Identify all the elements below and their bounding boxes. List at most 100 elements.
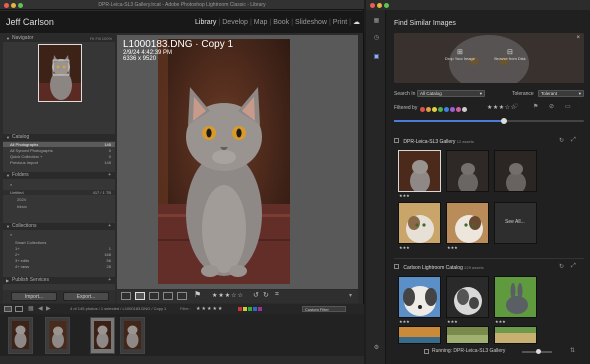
result-thumbnail[interactable] bbox=[494, 276, 537, 318]
filmstrip-thumbnail[interactable] bbox=[45, 317, 70, 354]
compare-view-icon[interactable] bbox=[149, 292, 159, 300]
color-filter-dot[interactable] bbox=[444, 107, 449, 112]
grid-icon[interactable]: ▦ bbox=[28, 304, 34, 314]
color-filter-dot[interactable] bbox=[462, 107, 467, 112]
zoom-window-button[interactable] bbox=[384, 3, 389, 8]
rotate-left-icon[interactable]: ↺ bbox=[253, 291, 259, 299]
crop-overlay-icon[interactable]: ⌗ bbox=[275, 291, 279, 299]
collection-item[interactable]: 4+ raws 28 bbox=[3, 264, 115, 269]
expand-icon[interactable]: ⤢ bbox=[571, 263, 576, 270]
result-thumbnail[interactable] bbox=[398, 202, 441, 244]
refresh-icon[interactable]: ↻ bbox=[559, 263, 564, 270]
history-icon[interactable]: ◷ bbox=[373, 35, 380, 42]
see-all-tile[interactable]: See All... bbox=[494, 202, 537, 244]
custom-filter-select[interactable]: Custom Filter bbox=[302, 306, 346, 312]
people-view-icon[interactable] bbox=[177, 292, 187, 300]
import-button[interactable]: Import... bbox=[11, 292, 57, 301]
drop-your-image-label[interactable]: Drop Your Image bbox=[440, 56, 480, 61]
filmstrip-thumbnail-selected[interactable] bbox=[90, 317, 115, 354]
module-slideshow[interactable]: Slideshow bbox=[295, 19, 327, 26]
navigator-header[interactable]: ▼ Navigator Fit Fill 100% bbox=[3, 35, 115, 42]
minimize-window-button[interactable] bbox=[11, 3, 16, 8]
browse-from-disk-label[interactable]: Browse from Disk bbox=[490, 56, 530, 61]
yellow-label-icon[interactable] bbox=[243, 307, 247, 311]
result-thumbnail[interactable] bbox=[398, 326, 441, 344]
toolbar-menu-icon[interactable]: ▾ bbox=[349, 292, 352, 299]
export-button[interactable]: Export... bbox=[63, 292, 109, 301]
catalog-item[interactable]: Quick Collection + 0 bbox=[3, 154, 115, 159]
module-map[interactable]: Map bbox=[254, 19, 268, 26]
star-rating[interactable]: ★★★☆☆ bbox=[212, 292, 244, 299]
publish-services-header[interactable]: ▶ Publish Services + bbox=[3, 277, 115, 284]
green-label-icon[interactable] bbox=[248, 307, 252, 311]
catalog-item[interactable]: All Photographs 145 bbox=[3, 142, 115, 147]
filmstrip-thumbnail[interactable] bbox=[120, 317, 145, 354]
navigator-preview[interactable] bbox=[38, 44, 82, 102]
main-window-icon[interactable] bbox=[4, 306, 12, 312]
red-label-icon[interactable] bbox=[238, 307, 242, 311]
zoom-slider[interactable] bbox=[522, 349, 552, 354]
forward-arrow-icon[interactable]: ▶ bbox=[46, 304, 51, 314]
catalog-item[interactable]: All Synced Photographs 0 bbox=[3, 148, 115, 153]
result-thumbnail[interactable] bbox=[446, 150, 489, 192]
refresh-icon[interactable]: ↻ bbox=[559, 137, 564, 144]
minimize-window-button[interactable] bbox=[377, 3, 382, 8]
similarity-slider-thumb[interactable] bbox=[501, 118, 507, 124]
filmstrip-thumbnail[interactable] bbox=[8, 317, 33, 354]
survey-view-icon[interactable] bbox=[163, 292, 173, 300]
folder-item[interactable]: 2024 bbox=[3, 197, 115, 202]
module-library[interactable]: Library bbox=[195, 19, 216, 26]
module-print[interactable]: Print bbox=[333, 19, 347, 26]
loupe-view-icon[interactable] bbox=[135, 292, 145, 300]
result-thumbnail[interactable] bbox=[398, 276, 441, 318]
collection-item[interactable]: 3+ edits 56 bbox=[3, 258, 115, 263]
module-book[interactable]: Book bbox=[273, 19, 289, 26]
expand-icon[interactable]: ⤢ bbox=[571, 137, 576, 144]
color-filter-dot[interactable] bbox=[420, 107, 425, 112]
back-arrow-icon[interactable]: ◀ bbox=[38, 304, 43, 314]
module-develop[interactable]: Develop bbox=[222, 19, 248, 26]
color-filter-dots[interactable] bbox=[420, 105, 468, 112]
gallery-checkbox[interactable] bbox=[394, 264, 399, 269]
drop-zone[interactable]: × ⊞ ⊟ Drop Your Image Browse from Disk bbox=[394, 33, 584, 83]
rotate-right-icon[interactable]: ↻ bbox=[263, 291, 269, 299]
result-thumbnail[interactable] bbox=[494, 150, 537, 192]
tolerance-select[interactable]: Tolerant ▾ bbox=[538, 90, 584, 97]
color-label-filter[interactable] bbox=[238, 307, 262, 311]
search-in-select[interactable]: All Catalog ▾ bbox=[417, 90, 485, 97]
zoom-slider-thumb[interactable] bbox=[536, 349, 541, 354]
add-publish-service-icon[interactable]: + bbox=[108, 277, 111, 284]
cloud-icon[interactable]: ☁ bbox=[353, 18, 360, 26]
collections-filter[interactable]: ⌕ bbox=[3, 232, 115, 238]
filter-stars[interactable]: ★★★★★ bbox=[196, 304, 223, 314]
collection-item[interactable]: 1+ 1 bbox=[3, 246, 115, 251]
collections-header[interactable]: ▼ Collections + bbox=[3, 223, 115, 230]
collection-item[interactable]: 2+ 168 bbox=[3, 252, 115, 257]
close-window-button[interactable] bbox=[4, 3, 9, 8]
sort-icon[interactable]: ⇅ bbox=[570, 347, 575, 354]
navigator-zoom-options[interactable]: Fit Fill 100% bbox=[90, 35, 112, 42]
main-photo[interactable] bbox=[158, 39, 290, 284]
color-filter-dot[interactable] bbox=[438, 107, 443, 112]
flag-filter-icon[interactable]: ⚑ bbox=[533, 103, 538, 110]
loupe-view[interactable]: L1000183.DNG · Copy 1 2/9/24 4:42:39 PM … bbox=[117, 35, 358, 289]
collection-item[interactable]: Smart Collections bbox=[3, 240, 115, 245]
blue-label-icon[interactable] bbox=[253, 307, 257, 311]
close-icon[interactable]: × bbox=[576, 35, 580, 41]
settings-gear-icon[interactable]: ⚙ bbox=[373, 345, 380, 352]
result-thumbnail[interactable] bbox=[398, 150, 441, 192]
result-thumbnail[interactable] bbox=[446, 202, 489, 244]
close-window-button[interactable] bbox=[370, 3, 375, 8]
result-thumbnail[interactable] bbox=[494, 326, 537, 344]
add-folder-icon[interactable]: + bbox=[108, 172, 111, 179]
color-filter-dot[interactable] bbox=[432, 107, 437, 112]
color-filter-dot[interactable] bbox=[456, 107, 461, 112]
folders-filter[interactable]: ⌕ bbox=[3, 182, 115, 188]
result-thumbnail[interactable] bbox=[446, 276, 489, 318]
similarity-slider-track[interactable] bbox=[394, 118, 584, 124]
volume-row[interactable]: Untitled 417 / 1 TB bbox=[3, 190, 115, 195]
gallery-checkbox[interactable] bbox=[394, 138, 399, 143]
find-similar-icon[interactable]: ▣ bbox=[373, 54, 380, 61]
zoom-fit[interactable]: Fit bbox=[90, 36, 94, 41]
heart-filter-icon[interactable]: ♡ bbox=[513, 103, 518, 110]
